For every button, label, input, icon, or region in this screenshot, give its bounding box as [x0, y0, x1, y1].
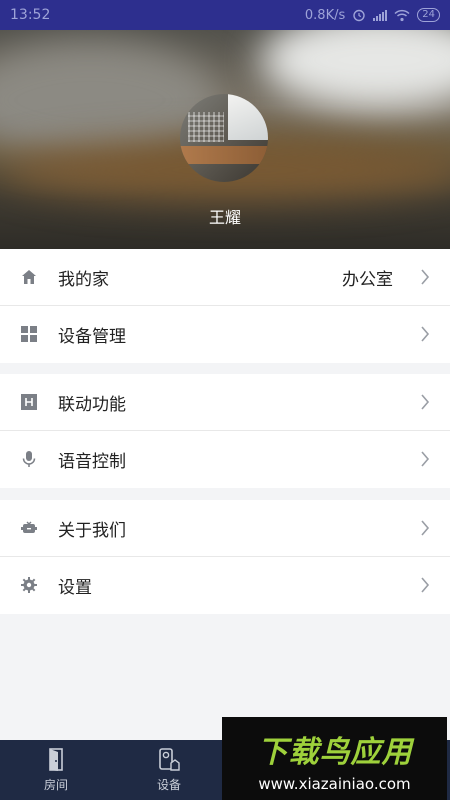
background-blur-window	[260, 30, 450, 110]
nav-tab-label: 设备	[156, 778, 181, 792]
device-icon	[159, 748, 180, 771]
menu-item-my-home[interactable]: 我的家 办公室	[0, 249, 450, 306]
grid-icon	[21, 326, 37, 342]
status-bar: 13:52 0.8K/s 24	[0, 0, 450, 30]
chevron-right-icon	[421, 269, 430, 285]
chevron-right-icon	[421, 326, 430, 342]
status-time: 13:52	[10, 7, 51, 23]
menu-item-label: 设备管理	[58, 327, 126, 347]
menu-item-label: 语音控制	[58, 452, 126, 472]
nav-tab-devices[interactable]: 设备	[119, 740, 219, 800]
chevron-right-icon	[421, 394, 430, 410]
menu-group-home: 我的家 办公室 设备管理	[0, 249, 450, 363]
nav-tab-rooms[interactable]: 房间	[6, 740, 106, 800]
menu-group-misc: 关于我们 设置	[0, 500, 450, 614]
network-speed: 0.8K/s	[304, 7, 346, 23]
linkage-icon	[21, 394, 37, 410]
battery-indicator: 24	[417, 8, 440, 22]
chevron-right-icon	[421, 451, 430, 467]
menu-item-label: 我的家	[58, 269, 109, 290]
menu-item-device-management[interactable]: 设备管理	[0, 306, 450, 363]
watermark-url: www.xiazainiao.com	[258, 775, 411, 793]
home-icon	[22, 270, 36, 284]
status-indicators: 0.8K/s 24	[305, 8, 440, 23]
menu-item-settings[interactable]: 设置	[0, 557, 450, 614]
menu-item-label: 联动功能	[58, 394, 126, 415]
signal-icon	[373, 9, 388, 21]
current-home-value: 办公室	[342, 269, 393, 290]
gear-icon	[21, 577, 37, 593]
chevron-right-icon	[421, 577, 430, 593]
avatar[interactable]	[180, 94, 268, 182]
wifi-icon	[394, 9, 410, 21]
watermark-title: 下载鸟应用	[257, 735, 413, 770]
menu-item-label: 关于我们	[58, 520, 126, 541]
menu-item-voice-control[interactable]: 语音控制	[0, 431, 450, 488]
menu-item-linkage[interactable]: 联动功能	[0, 374, 450, 431]
profile-header: 王耀	[0, 30, 450, 249]
menu-item-about-us[interactable]: 关于我们	[0, 500, 450, 557]
menu-group-features: 联动功能 语音控制	[0, 374, 450, 488]
microphone-icon	[22, 451, 36, 467]
door-icon	[49, 748, 63, 771]
chevron-right-icon	[421, 520, 430, 536]
alarm-icon	[353, 9, 365, 22]
menu-item-label: 设置	[58, 578, 92, 598]
watermark-logo: 下载鸟应用 www.xiazainiao.com	[222, 717, 447, 800]
robot-icon	[21, 521, 37, 533]
user-name: 王耀	[208, 208, 241, 227]
nav-tab-label: 房间	[43, 778, 68, 792]
